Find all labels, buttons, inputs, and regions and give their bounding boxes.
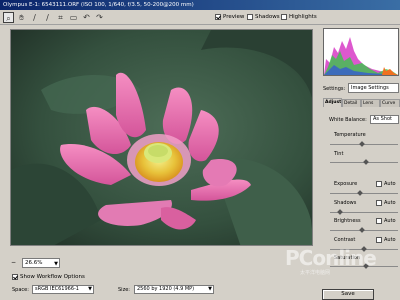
exposure-label: Exposure: [334, 181, 358, 187]
rotate-right-icon[interactable]: ↷: [94, 12, 105, 23]
size-label: Size:: [118, 287, 130, 293]
contrast-auto-label: Auto: [384, 237, 396, 243]
shadows-adjust-label: Shadows: [334, 200, 357, 206]
workflow-checkbox[interactable]: Show Workflow Options: [12, 274, 85, 280]
workflow-check-icon[interactable]: [12, 274, 18, 280]
shadows-label: Shadows: [255, 14, 280, 20]
contrast-label: Contrast: [334, 237, 356, 243]
preview-label: Preview: [223, 14, 245, 20]
zoom-select[interactable]: 26.6% ▼: [22, 258, 60, 268]
brightness-label: Brightness: [334, 218, 361, 224]
histogram-graph: [324, 29, 398, 75]
watermark-subtitle: 太平洋电脑网: [300, 270, 331, 276]
straighten-tool-icon[interactable]: ▭: [68, 12, 79, 23]
tint-slider-thumb[interactable]: [363, 159, 369, 165]
exposure-slider[interactable]: [330, 193, 398, 194]
contrast-auto-checkbox[interactable]: Auto: [376, 237, 396, 243]
zoom-tool-icon[interactable]: ⌕: [3, 12, 14, 23]
temperature-slider-thumb[interactable]: [359, 141, 365, 147]
brightness-slider-thumb[interactable]: [359, 227, 365, 233]
highlights-check-icon[interactable]: [281, 14, 287, 20]
shadows-auto-label: Auto: [384, 200, 396, 206]
window-title: Olympus E-1: 6543111.ORF (ISO 100, 1/640…: [0, 0, 400, 10]
tab-lens[interactable]: Lens: [361, 99, 380, 107]
size-chevron-down-icon: ▼: [208, 286, 212, 292]
workflow-options: Show Workflow Options Space: sRGB IEC619…: [0, 270, 320, 300]
histogram: [323, 28, 399, 76]
zoom-bar: − 26.6% ▼: [10, 258, 313, 269]
tab-adjust[interactable]: Adjust: [323, 98, 342, 107]
space-label: Space:: [12, 287, 29, 293]
color-sampler-tool-icon[interactable]: ∕: [42, 12, 53, 23]
preview-check-icon[interactable]: [215, 14, 221, 20]
chevron-down-icon: ▼: [54, 261, 58, 267]
tint-label: Tint: [334, 151, 344, 157]
exposure-auto-checkbox[interactable]: Auto: [376, 181, 396, 187]
white-balance-label: White Balance:: [329, 117, 367, 123]
exposure-slider-thumb[interactable]: [357, 190, 363, 196]
shadows-checkbox[interactable]: Shadows: [247, 14, 280, 20]
size-select[interactable]: 2560 by 1920 (4.9 MP) ▼: [134, 285, 214, 294]
white-balance-select[interactable]: As Shot: [370, 115, 399, 124]
white-balance-value: As Shot: [373, 116, 392, 122]
hand-tool-icon[interactable]: ✋︎: [16, 12, 27, 23]
settings-value: Image Settings: [351, 85, 389, 91]
highlights-checkbox[interactable]: Highlights: [281, 14, 317, 20]
preview-checkbox[interactable]: Preview: [215, 14, 244, 20]
tab-detail[interactable]: Detail: [342, 99, 361, 107]
space-select[interactable]: sRGB IEC61966-1 ▼: [32, 285, 94, 294]
toolbar: ⌕ ✋︎ ∕ ∕ ⌗ ▭ ↶ ↷ Preview Shadows Highlig…: [0, 10, 400, 25]
shadows-slider-thumb[interactable]: [337, 209, 343, 215]
save-button[interactable]: Save: [322, 289, 374, 300]
contrast-auto-check-icon[interactable]: [376, 237, 382, 243]
size-value: 2560 by 1920 (4.9 MP): [137, 286, 195, 292]
brightness-auto-label: Auto: [384, 218, 396, 224]
settings-label: Settings:: [323, 86, 346, 92]
temperature-label: Temperature: [334, 132, 366, 138]
crop-tool-icon[interactable]: ⌗: [55, 12, 66, 23]
brightness-auto-check-icon[interactable]: [376, 218, 382, 224]
white-balance-tool-icon[interactable]: ∕: [29, 12, 40, 23]
space-chevron-down-icon: ▼: [88, 286, 92, 292]
zoom-out-icon[interactable]: −: [11, 259, 16, 266]
exposure-auto-check-icon[interactable]: [376, 181, 382, 187]
brightness-auto-checkbox[interactable]: Auto: [376, 218, 396, 224]
rotate-left-icon[interactable]: ↶: [81, 12, 92, 23]
settings-select[interactable]: Image Settings: [348, 83, 399, 93]
shadows-auto-checkbox[interactable]: Auto: [376, 200, 396, 206]
space-value: sRGB IEC61966-1: [35, 286, 79, 292]
watermark-logo: PConline: [285, 246, 377, 270]
highlights-label: Highlights: [289, 14, 317, 20]
tab-curve[interactable]: Curve: [380, 99, 400, 107]
panel-tabs: Adjust Detail Lens Curve: [323, 98, 400, 107]
lotus-photo: [11, 30, 312, 245]
shadows-check-icon[interactable]: [247, 14, 253, 20]
shadows-auto-check-icon[interactable]: [376, 200, 382, 206]
workflow-label: Show Workflow Options: [20, 274, 85, 280]
zoom-value: 26.6%: [25, 260, 43, 266]
image-preview[interactable]: [10, 29, 313, 246]
exposure-auto-label: Auto: [384, 181, 396, 187]
